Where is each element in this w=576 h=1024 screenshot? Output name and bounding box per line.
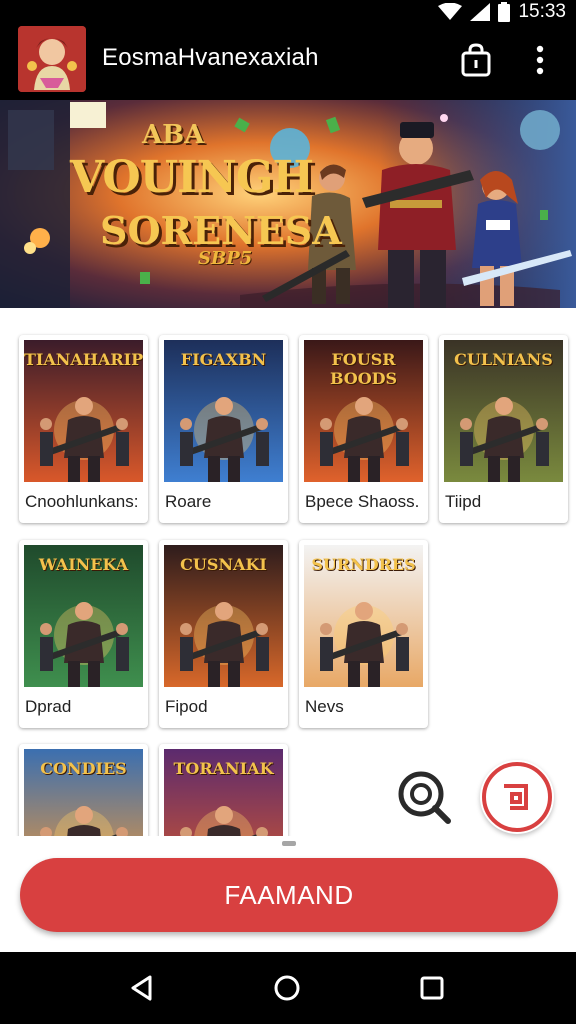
- more-vert-icon: [536, 45, 544, 75]
- drag-handle[interactable]: [282, 841, 296, 846]
- game-title: Roare: [165, 492, 212, 511]
- back-icon: [131, 975, 152, 1001]
- hero-title-line-3: SORENESA: [100, 208, 342, 253]
- game-title: Bpece Shaoss.: [305, 492, 420, 511]
- game-art-title: FOUSR BOODS: [329, 350, 398, 388]
- game-title: Nevs: [305, 697, 344, 716]
- navigation-bar: [0, 952, 576, 1024]
- game-card[interactable]: SURNDRES Nevs: [299, 540, 428, 728]
- game-card[interactable]: CUSNAKI Fipod: [159, 540, 288, 728]
- battery-icon: [498, 2, 511, 22]
- share-icon: [482, 762, 552, 832]
- game-card[interactable]: FOUSR BOODS Bpece Shaoss.: [299, 335, 428, 523]
- search-icon: [398, 771, 451, 824]
- game-art-title: CULNIANS: [454, 350, 553, 369]
- game-thumbnail: FOUSR BOODS: [304, 340, 423, 482]
- shopping-bag-icon: [461, 43, 491, 77]
- game-art-title: CONDIES: [40, 759, 127, 778]
- more-options-button[interactable]: [524, 42, 556, 78]
- game-card[interactable]: TIANAHARIPS Cnoohlunkans:: [19, 335, 148, 523]
- game-thumbnail: CULNIANS: [444, 340, 563, 482]
- game-title: Tiipd: [445, 492, 482, 511]
- wifi-icon: [438, 3, 463, 20]
- game-card[interactable]: FIGAXBN Roare: [159, 335, 288, 523]
- game-art-title: TIANAHARIPS: [24, 350, 143, 369]
- recents-icon: [420, 976, 444, 1000]
- recents-button[interactable]: [416, 972, 448, 1004]
- game-title: Dprad: [25, 697, 72, 716]
- game-art-title: WAINEKA: [38, 555, 129, 574]
- game-thumbnail: WAINEKA: [24, 545, 143, 687]
- game-thumbnail: TIANAHARIPS: [24, 340, 143, 482]
- game-title: Fipod: [165, 697, 208, 716]
- share-button[interactable]: [480, 760, 554, 834]
- status-icons: 15:33: [438, 0, 566, 24]
- game-thumbnail: SURNDRES: [304, 545, 423, 687]
- app-logo[interactable]: [18, 26, 86, 92]
- hero-title-line-4: SBP5: [198, 248, 253, 269]
- primary-action-button[interactable]: FAAMAND: [20, 858, 558, 932]
- game-art-title: FIGAXBN: [180, 350, 267, 369]
- home-button[interactable]: [271, 972, 303, 1004]
- game-art-title: SURNDRES: [311, 555, 416, 574]
- game-card[interactable]: TORANIAK: [159, 744, 288, 836]
- search-button[interactable]: [392, 766, 454, 828]
- game-card[interactable]: CULNIANS Tiipd: [439, 335, 568, 523]
- game-grid: TIANAHARIPS Cnoohlunkans: FIGAXBN Roare …: [0, 308, 576, 836]
- game-thumbnail: FIGAXBN: [164, 340, 283, 482]
- app-bar: EosmaHvanexaxiah: [0, 24, 576, 100]
- app-title: EosmaHvanexaxiah: [102, 44, 319, 71]
- hero-title-line-1: ABA: [142, 120, 205, 150]
- back-button[interactable]: [126, 972, 158, 1004]
- game-thumbnail: CONDIES: [24, 749, 143, 836]
- status-time: 15:33: [518, 1, 566, 22]
- app-logo-icon: [18, 26, 86, 92]
- game-card[interactable]: WAINEKA Dprad: [19, 540, 148, 728]
- hero-artwork: [0, 100, 576, 308]
- home-icon: [274, 975, 300, 1001]
- hero-banner[interactable]: ABA VOUINGH SORENESA SBP5: [0, 100, 576, 308]
- hero-title-line-2: VOUINGH: [70, 152, 314, 203]
- status-bar: 15:33: [0, 0, 576, 24]
- game-title: Cnoohlunkans:: [25, 492, 139, 511]
- game-art-title: TORANIAK: [173, 759, 274, 778]
- game-thumbnail: CUSNAKI: [164, 545, 283, 687]
- signal-icon: [470, 3, 491, 21]
- shopping-bag-button[interactable]: [458, 42, 494, 78]
- game-thumbnail: TORANIAK: [164, 749, 283, 836]
- game-card[interactable]: CONDIES: [19, 744, 148, 836]
- game-art-title: CUSNAKI: [180, 555, 267, 574]
